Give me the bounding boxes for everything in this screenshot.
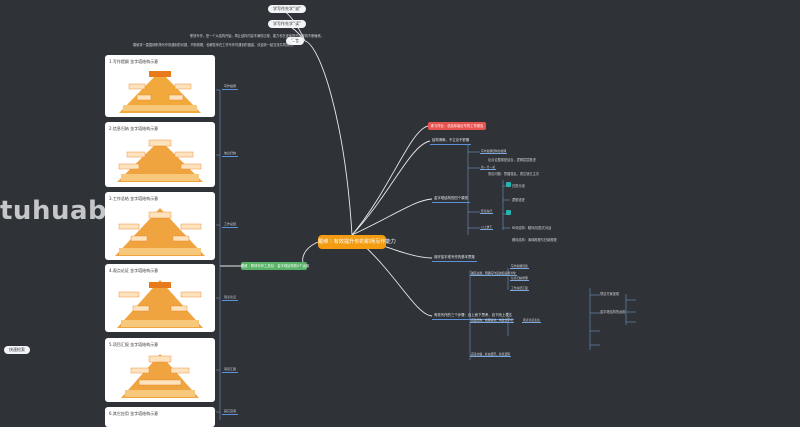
top-note-2: 戴维将一直围绕职场写作常遇到的问题，不断梳理，也解答你在工作写作时遇到的困惑，欢… <box>133 43 296 47</box>
diagram-card-1[interactable]: 1.写作提纲 金字塔结构示意 <box>105 55 215 117</box>
diagram-card-6[interactable]: 6.其它应用 金字塔结构示意 <box>105 407 215 427</box>
diagram-card-2[interactable]: 2.信息归纳 金字塔结构示意 <box>105 122 215 187</box>
marker-icon <box>506 210 511 215</box>
branch-thinking[interactable]: 用好金字塔写作的基本思路 <box>432 253 477 262</box>
card-title: 6.其它应用 金字塔结构示意 <box>109 411 159 416</box>
b2-sub-2[interactable]: 以上统下 <box>480 225 494 230</box>
card-tag-4: 观点论证 <box>222 295 239 301</box>
b1-sub-2[interactable]: 总—分—总 <box>480 165 496 170</box>
top-item-speak[interactable]: 学写作先学“说” <box>268 5 307 13</box>
card-tag-1: 写作提纲 <box>222 84 239 90</box>
red-highlight-node[interactable]: 练习作业：总结你最近写的工作报告 <box>428 122 486 130</box>
b1-sub-4: 常见问题：思路混乱，表达缺乏主次 <box>488 172 539 176</box>
pyramid-diagram-icon <box>121 354 199 398</box>
b5-sub-4[interactable]: 观点论证表达 <box>522 318 541 323</box>
b4-sub-3[interactable]: 完善内容：补充细节，检查逻辑 <box>470 352 512 357</box>
card-tag-5: 项目汇报 <box>222 367 239 373</box>
side-label[interactable]: 快速检索 <box>4 346 30 354</box>
b5-sub-5: 项目方案呈现 <box>600 292 620 296</box>
top-item-read[interactable]: 学写作先学“读” <box>268 20 307 28</box>
diagram-card-3[interactable]: 3.工作总结 金字塔结构示意 <box>105 192 215 260</box>
branch-principles[interactable]: 金字塔结构的四个原则 <box>432 194 470 203</box>
b1-sub-3: 论点论据紧密结合，逻辑层层推进 <box>488 158 536 162</box>
pyramid-diagram-icon <box>117 280 203 328</box>
marker-icon <box>506 182 511 187</box>
b3-sub-1: 纵向结构：疑问/回答式对话 <box>512 226 552 230</box>
b4-sub-2[interactable]: 搭建结构：梳理素材，构建金字塔 <box>470 318 514 323</box>
card-title: 1.写作提纲 金字塔结构示意 <box>109 59 159 64</box>
pyramid-diagram-icon <box>117 139 203 182</box>
b5-label: 金字塔结构的运用 <box>600 310 626 314</box>
b2-sub-1[interactable]: 结论先行 <box>480 209 494 214</box>
b5-sub-1[interactable]: 写作提纲搭建 <box>510 264 529 269</box>
diagram-card-4[interactable]: 4.观点论证 金字塔结构示意 <box>105 264 215 332</box>
b5-sub-2[interactable]: 信息归纳整理 <box>510 276 529 281</box>
b2-sub-4: 逻辑递进 <box>512 198 525 202</box>
card-title: 4.观点论证 金字塔结构示意 <box>109 268 159 273</box>
card-tag-2: 信息归纳 <box>222 151 239 157</box>
left-branch-label[interactable]: 戴维｜职场写作工具包：金字塔结构的5个运用 <box>241 262 309 270</box>
card-tag-6: 其它应用 <box>222 409 239 415</box>
b3-sub-2: 横向结构：演绎推理与归纳推理 <box>512 238 557 242</box>
root-topic[interactable]: 戴维｜有效提升你的职场写作能力 <box>318 235 396 249</box>
card-title: 5.项目汇报 金字塔结构示意 <box>109 342 159 347</box>
card-tag-3: 工作总结 <box>222 222 239 228</box>
b5-sub-3[interactable]: 工作总结汇报 <box>510 286 529 291</box>
pyramid-diagram-icon <box>115 208 205 256</box>
card-title: 2.信息归纳 金字塔结构示意 <box>109 126 159 131</box>
branch-structure[interactable]: 结构清晰，不立论不舒服 <box>430 136 472 145</box>
b2-sub-3: 归类分组 <box>512 184 525 188</box>
b1-sub-1[interactable]: 写作提纲结构化梳理 <box>480 149 508 154</box>
pyramid-diagram-icon <box>119 71 201 113</box>
top-note-1: 职场写作，是一个从结构开始，再让结构内容丰满的过程，能力也在逐渐提升中得到不断锤… <box>190 34 324 38</box>
diagram-card-5[interactable]: 5.项目汇报 金字塔结构示意 <box>105 338 215 402</box>
card-title: 3.工作总结 金字塔结构示意 <box>109 196 159 201</box>
